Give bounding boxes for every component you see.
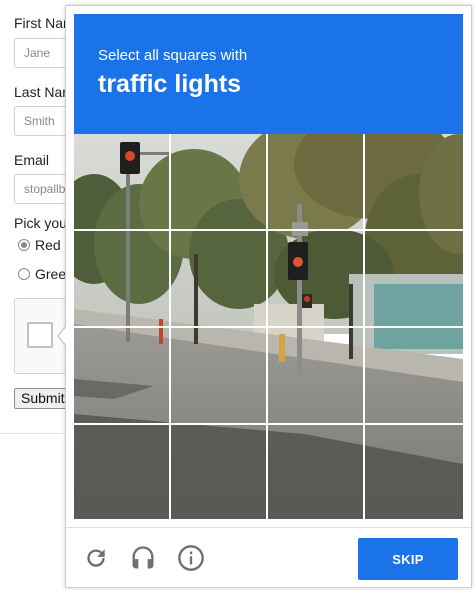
grid-tile-5[interactable] — [74, 231, 171, 328]
grid-tile-12[interactable] — [365, 328, 463, 425]
grid-tile-15[interactable] — [268, 425, 365, 519]
radio-red-button[interactable] — [18, 239, 30, 251]
grid-tile-8[interactable] — [365, 231, 463, 328]
image-grid — [74, 134, 463, 519]
submit-button[interactable]: Submit — [14, 388, 72, 409]
grid-tile-10[interactable] — [171, 328, 268, 425]
captcha-challenge-popup: Select all squares with traffic lights S… — [65, 5, 472, 588]
first-name-label: First Nar — [14, 15, 68, 31]
radio-green-label: Gree — [35, 266, 67, 282]
grid-tile-11[interactable] — [268, 328, 365, 425]
recaptcha-checkbox[interactable] — [27, 322, 53, 348]
grid-tile-4[interactable] — [365, 134, 463, 231]
grid-tile-2[interactable] — [171, 134, 268, 231]
info-icon[interactable] — [176, 543, 206, 573]
radio-green[interactable]: Gree — [18, 266, 66, 282]
grid-tile-6[interactable] — [171, 231, 268, 328]
email-label: Email — [14, 152, 50, 168]
challenge-target: traffic lights — [98, 70, 242, 98]
radio-red[interactable]: Red — [18, 237, 61, 253]
grid-tile-1[interactable] — [74, 134, 171, 231]
grid-tile-14[interactable] — [171, 425, 268, 519]
grid-tile-7[interactable] — [268, 231, 365, 328]
radio-green-button[interactable] — [18, 268, 30, 280]
grid-tile-13[interactable] — [74, 425, 171, 519]
reload-icon[interactable] — [81, 543, 111, 573]
divider — [0, 433, 66, 434]
radio-red-label: Red — [35, 237, 61, 253]
pick-color-label: Pick you — [14, 215, 67, 231]
popup-pointer-inner — [59, 326, 67, 346]
challenge-banner: Select all squares with traffic lights — [74, 14, 463, 134]
grid-tile-9[interactable] — [74, 328, 171, 425]
grid-tile-16[interactable] — [365, 425, 463, 519]
challenge-instruction: Select all squares with — [98, 47, 248, 64]
last-name-label: Last Nar — [14, 84, 67, 100]
grid-tile-3[interactable] — [268, 134, 365, 231]
audio-icon[interactable] — [128, 543, 158, 573]
skip-button[interactable]: SKIP — [358, 538, 458, 580]
footer-divider — [66, 527, 471, 528]
